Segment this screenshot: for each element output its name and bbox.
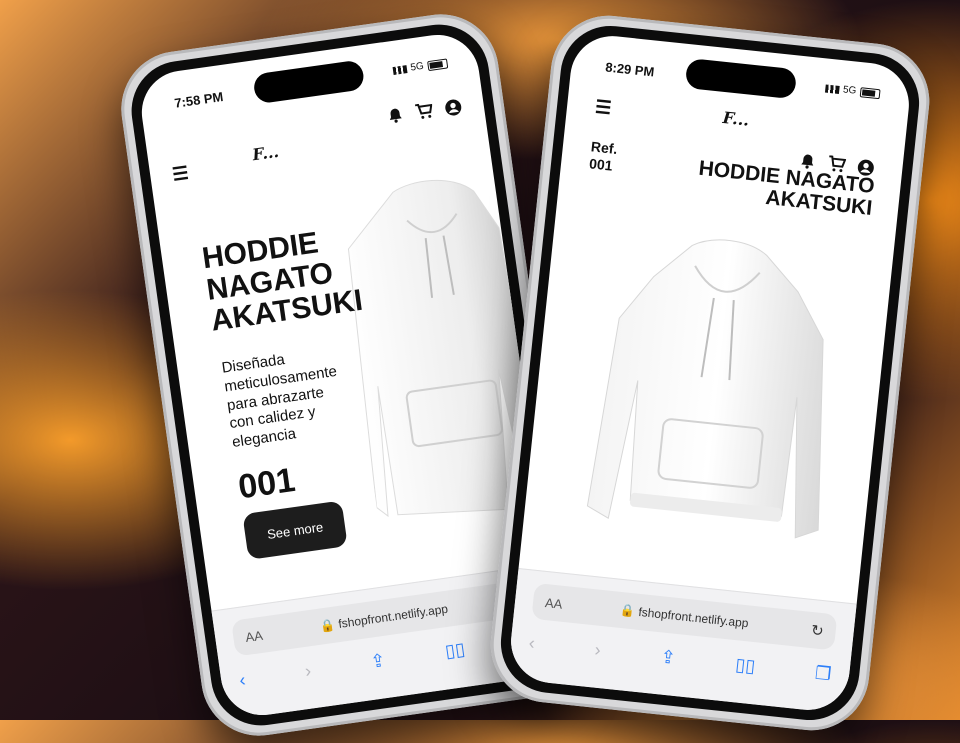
brand-logo[interactable]: F... <box>722 108 750 130</box>
status-time: 7:58 PM <box>173 89 225 111</box>
reader-mode-button[interactable]: AA <box>244 627 263 644</box>
battery-icon <box>859 86 881 99</box>
share-icon[interactable]: ⇪ <box>659 646 677 668</box>
back-icon[interactable]: ‹ <box>528 633 536 655</box>
ref-block: Ref. 001 <box>588 138 618 174</box>
url-text: fshopfront.netlify.app <box>637 604 750 631</box>
menu-icon[interactable]: ☰ <box>594 97 612 120</box>
url-text: fshopfront.netlify.app <box>337 601 449 631</box>
dynamic-island <box>252 59 366 105</box>
product-title: HODDIE NAGATO AKATSUKI <box>200 222 365 337</box>
status-time: 8:29 PM <box>604 59 656 80</box>
signal-icon <box>824 83 840 94</box>
signal-icon <box>392 64 408 75</box>
status-indicators: 5G <box>392 57 449 76</box>
lock-icon: 🔒 <box>319 617 340 634</box>
hoodie-image <box>586 239 824 539</box>
share-icon[interactable]: ⇪ <box>369 650 387 673</box>
reader-mode-button[interactable]: AA <box>544 595 563 612</box>
reload-icon[interactable]: ↻ <box>810 621 824 640</box>
bell-icon[interactable] <box>386 106 404 124</box>
phone-right: 8:29 PM 5G ☰ F... Ref. 001 HODDIE NAGATO… <box>484 10 936 736</box>
network-label: 5G <box>409 60 425 74</box>
network-label: 5G <box>842 84 857 97</box>
status-indicators: 5G <box>824 82 881 99</box>
tabs-icon[interactable]: ❐ <box>814 663 832 686</box>
phone-screen: 8:29 PM 5G ☰ F... Ref. 001 HODDIE NAGATO… <box>506 32 914 714</box>
bookmarks-icon[interactable]: ▯▯ <box>444 639 467 663</box>
account-icon[interactable] <box>444 98 463 117</box>
back-icon[interactable]: ‹ <box>238 670 247 692</box>
phone-bezel: 8:29 PM 5G ☰ F... Ref. 001 HODDIE NAGATO… <box>495 21 925 725</box>
battery-icon <box>427 57 449 71</box>
see-more-button[interactable]: See more <box>242 500 348 560</box>
reference-number: 001 <box>235 460 298 507</box>
cart-icon[interactable] <box>414 102 434 120</box>
forward-icon[interactable]: › <box>304 660 313 682</box>
bookmarks-icon[interactable]: ▯▯ <box>734 654 756 677</box>
lock-icon: 🔒 <box>619 602 640 619</box>
safari-toolbar: AA 🔒 fshopfront.netlify.app ↻ ‹ › ⇪ ▯▯ ❐ <box>506 568 857 714</box>
forward-icon[interactable]: › <box>594 640 602 662</box>
header-icons <box>386 98 463 125</box>
dynamic-island <box>684 57 798 100</box>
ref-number: 001 <box>588 155 614 174</box>
menu-icon[interactable]: ☰ <box>171 163 190 186</box>
brand-logo[interactable]: F... <box>251 142 280 164</box>
product-description: Diseñada meticulosamente para abrazarte … <box>221 344 346 453</box>
